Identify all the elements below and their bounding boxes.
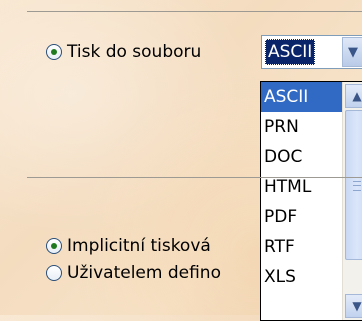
chevron-down-icon: ▼ <box>352 299 362 313</box>
format-option-prn[interactable]: PRN <box>261 112 342 142</box>
format-options: ASCII PRN DOC HTML PDF RTF XLS <box>261 82 342 292</box>
format-select-value: ASCII <box>265 39 316 65</box>
chevron-up-icon: ▲ <box>352 89 362 103</box>
format-option-xls[interactable]: XLS <box>261 262 342 292</box>
user-defined-radio-row[interactable]: Uživatelem defino <box>46 263 221 283</box>
default-printer-radio-row[interactable]: Implicitní tisková <box>46 236 211 256</box>
dropdown-scrollbar[interactable]: ▲ ▼ <box>342 82 362 320</box>
chevron-down-icon: ▼ <box>348 44 358 60</box>
default-printer-radio[interactable] <box>46 238 62 254</box>
scroll-down-button[interactable]: ▼ <box>345 294 362 318</box>
format-select[interactable]: ASCII ▼ <box>261 35 362 69</box>
format-option-pdf[interactable]: PDF <box>261 202 342 232</box>
scrollbar-thumb[interactable] <box>345 110 362 260</box>
format-option-doc[interactable]: DOC <box>261 142 342 172</box>
user-defined-radio[interactable] <box>46 265 62 281</box>
scroll-up-button[interactable]: ▲ <box>345 84 362 108</box>
grip-icon <box>353 181 361 191</box>
print-to-file-radio[interactable] <box>46 44 62 60</box>
section-divider-top <box>27 11 362 12</box>
default-printer-label: Implicitní tisková <box>67 236 211 256</box>
format-dropdown-list: ASCII PRN DOC HTML PDF RTF XLS ▲ ▼ <box>260 81 362 321</box>
format-option-ascii[interactable]: ASCII <box>261 82 342 112</box>
section-divider-middle <box>27 177 362 178</box>
user-defined-label: Uživatelem defino <box>67 263 221 283</box>
print-to-file-radio-row[interactable]: Tisk do souboru <box>46 42 201 62</box>
print-to-file-label: Tisk do souboru <box>67 42 202 62</box>
format-option-rtf[interactable]: RTF <box>261 232 342 262</box>
format-select-dropdown-button[interactable]: ▼ <box>342 37 362 67</box>
